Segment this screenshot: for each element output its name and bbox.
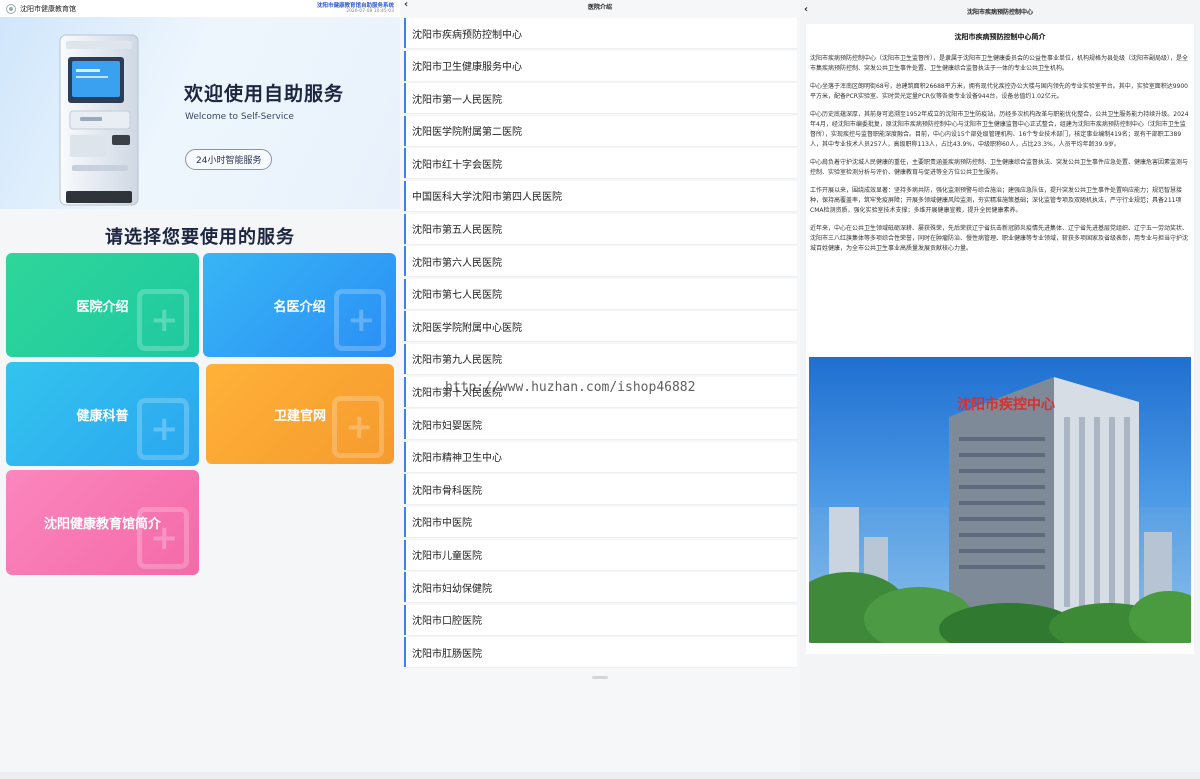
article-card: 沈阳市疾病预防控制中心简介 沈阳市疾病预防控制中心（沈阳市卫生监督所），是隶属于… [806,24,1194,654]
hospital-list-item[interactable]: 沈阳医学院附属中心医院 [404,311,797,342]
hospital-list-item[interactable]: 沈阳市口腔医院 [404,604,797,635]
home-panel: 沈阳市健康教育馆 沈阳市健康教育馆自助服务系统 2026-07-08 10:45… [0,0,400,779]
medical-kit-icon [137,507,189,569]
hospital-name: 沈阳市第五人民医院 [412,225,502,237]
famous-doctor-button[interactable]: 名医介绍 [203,253,396,357]
tile-label: 卫建官网 [273,408,326,424]
page-title: 医院介绍 [587,3,612,11]
hospital-list-item[interactable]: 沈阳市中医院 [404,506,797,537]
building-photo: 沈阳市疾控中心 [809,357,1191,643]
hospital-list-item[interactable]: 沈阳市第五人民医院 [404,213,797,244]
tile-label: 医院介绍 [76,299,129,315]
hospital-list-item[interactable]: 沈阳市妇婴医院 [404,409,797,440]
page-title: 沈阳市疾病预防控制中心 [966,8,1033,16]
system-title: 沈阳市健康教育馆自助服务系统 [316,3,394,9]
hospital-list-item[interactable]: 沈阳市儿童医院 [404,539,797,570]
hospital-name: 沈阳市骨科医院 [412,485,482,497]
hospital-name: 沈阳市红十字会医院 [412,159,502,171]
hospital-name: 沈阳市第七人民医院 [412,290,502,302]
hospital-list-item[interactable]: 沈阳市第一人民医院 [404,83,797,114]
building-illustration: 沈阳市疾控中心 [809,377,1191,643]
article-paragraph: 工作开展以来，围绕成效显著：坚持多病共防，强化监测预警与综合施治；建强应急队伍，… [810,187,1183,214]
hospital-list-item[interactable]: 沈阳市卫生健康服务中心 [404,50,797,81]
medical-card-icon [334,289,386,351]
hospital-detail-panel: ‹ 沈阳市疾病预防控制中心 沈阳市疾病预防控制中心简介 沈阳市疾病预防控制中心（… [800,0,1200,779]
hospital-list-item[interactable]: 沈阳市疾病预防控制中心 [404,18,797,48]
bottom-divider [0,772,1200,779]
hospital-name: 沈阳市精神卫生中心 [412,453,502,465]
nav-bar: ‹ 医院介绍 [400,0,800,12]
datetime: 2026-07-08 10:45:03 [346,9,394,14]
article-paragraph: 近年来，中心在公共卫生领域砥砺深耕、屡获殊荣，先后荣获辽宁省抗击新冠肺炎疫情先进… [810,225,1189,252]
hospital-name: 沈阳市疾病预防控制中心 [412,29,522,41]
hospital-intro-button[interactable]: 医院介绍 [6,253,199,357]
watermark-text: http://www.huzhan.com/ishop46882 [445,380,696,395]
hospital-name: 沈阳市第六人民医院 [412,257,502,269]
scroll-indicator[interactable] [592,676,608,679]
hero-title: 欢迎使用自助服务 [184,83,345,105]
user-avatar-icon[interactable] [6,3,16,14]
hospital-name: 沈阳市妇婴医院 [412,420,482,432]
org-title: 沈阳市健康教育馆 [20,4,76,13]
health-science-button[interactable]: 健康科普 [6,362,199,466]
article-paragraph: 中心历史底蕴深厚，其前身可追溯至1952年成立的沈阳市卫生防疫站，历经多次机构改… [810,111,1189,148]
back-chevron-icon[interactable]: ‹ [804,4,808,15]
hospital-list-item[interactable]: 沈阳市骨科医院 [404,474,797,505]
article-title: 沈阳市疾病预防控制中心简介 [954,33,1046,41]
hospital-name: 沈阳市肛肠医院 [412,648,482,660]
hero-subtitle: Welcome to Self-Service [185,112,294,122]
tile-label: 名医介绍 [273,299,326,315]
hospital-list-item[interactable]: 沈阳市第九人民医院 [404,343,797,374]
hospital-list: 沈阳市疾病预防控制中心 沈阳市卫生健康服务中心 沈阳市第一人民医院沈阳医学院附属第二… [400,12,800,668]
hero-banner: 欢迎使用自助服务 Welcome to Self-Service 24小时智能服… [0,17,400,209]
hospital-list-item[interactable]: 中国医科大学沈阳市第四人民医院 [404,180,797,211]
article-paragraph: 中心坐落于浑南区朗明街68号，总建筑面积26688平方米，拥有现代化疾控办公大楼… [810,83,1188,100]
hospital-list-item[interactable]: 沈阳市红十字会医院 [404,148,797,179]
website-icon [332,396,384,458]
back-chevron-icon[interactable]: ‹ [404,0,408,10]
system-info: 沈阳市健康教育馆自助服务系统 2026-07-08 10:45:03 [317,1,394,14]
health-official-site-button[interactable]: 卫建官网 [206,364,394,464]
nurse-icon [137,398,189,460]
hospital-name: 沈阳市第一人民医院 [412,94,502,106]
nav-bar: ‹ 沈阳市疾病预防控制中心 [800,0,1200,22]
hospital-list-item[interactable]: 沈阳市精神卫生中心 [404,441,797,472]
top-bar: 沈阳市健康教育馆 沈阳市健康教育馆自助服务系统 2026-07-08 10:45… [0,0,400,17]
education-center-intro-button[interactable]: 沈阳健康教育馆简介 [6,470,199,575]
hospital-list-item[interactable]: 沈阳市第七人民医院 [404,278,797,309]
hospital-name: 沈阳医学院附属第二医院 [412,127,522,139]
hospital-list-item[interactable]: 沈阳市第六人民医院 [404,246,797,277]
hospital-list-item[interactable]: 沈阳市妇幼保健院 [404,572,797,603]
hospital-list-item[interactable]: 沈阳医学院附属第二医院 [404,115,797,146]
hospital-name: 沈阳市妇幼保健院 [412,583,492,595]
choose-service-title: 请选择您要使用的服务 [105,227,295,248]
hospital-name: 中国医科大学沈阳市第四人民医院 [412,192,562,204]
hospital-name: 沈阳市口腔医院 [412,616,482,628]
service-badge: 24小时智能服务 [185,149,273,170]
article-body: 沈阳市疾病预防控制中心（沈阳市卫生监督所），是隶属于沈阳市卫生健康委员会的公益性… [810,54,1190,254]
hospital-name: 沈阳市中医院 [412,518,472,530]
kiosk-illustration [59,34,139,206]
hospital-name: 沈阳市卫生健康服务中心 [412,62,522,74]
hospital-name: 沈阳医学院附属中心医院 [412,322,522,334]
heart-card-icon [137,289,189,351]
hospital-list-item[interactable]: 沈阳市肛肠医院 [404,637,797,668]
hospital-name: 沈阳市第九人民医院 [412,355,502,367]
article-paragraph: 沈阳市疾病预防控制中心（沈阳市卫生监督所），是隶属于沈阳市卫生健康委员会的公益性… [810,55,1189,72]
tile-label: 健康科普 [76,408,129,424]
building-sign: 沈阳市疾控中心 [957,396,1055,413]
hospital-name: 沈阳市儿童医院 [412,551,482,562]
article-paragraph: 中心肩负着守护沈城人民健康的重任，主要职责涵盖疾病预防控制、卫生健康综合监督执法… [810,159,1189,176]
